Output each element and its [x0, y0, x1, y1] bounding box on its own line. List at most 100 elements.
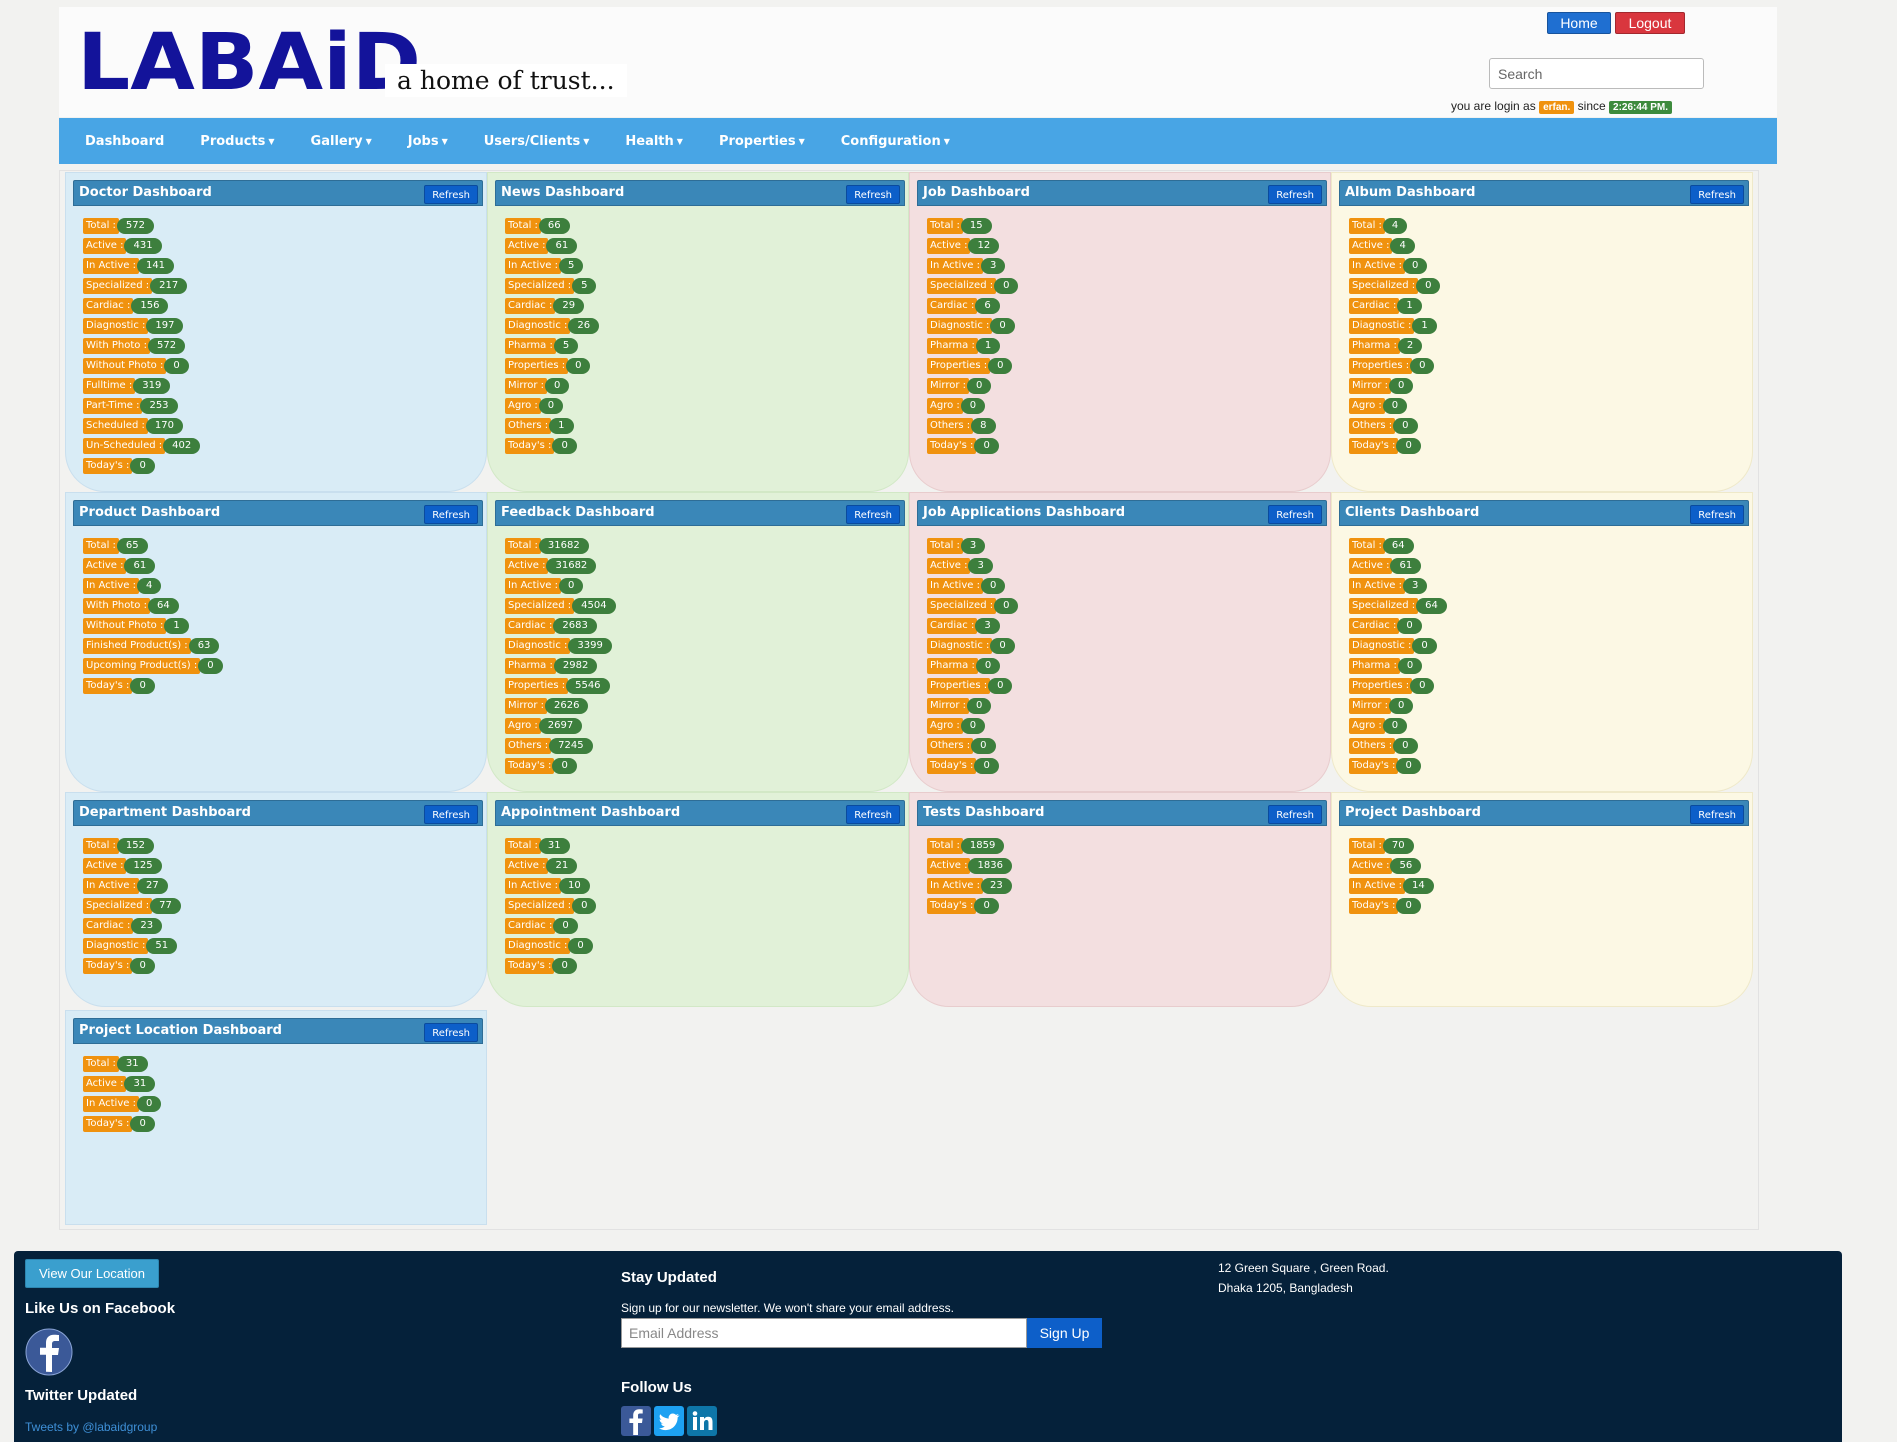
stat-value-badge: 1 — [164, 618, 189, 634]
stat-label: Diagnostic : — [83, 318, 149, 334]
stat-row: Mirror :0 — [1349, 376, 1440, 396]
stat-label: Cardiac : — [1349, 618, 1400, 634]
labaid-logo[interactable]: LABAiD — [73, 18, 429, 108]
stat-value-badge: 0 — [974, 758, 999, 774]
stat-label: Others : — [927, 418, 974, 434]
twitter-social-icon[interactable] — [654, 1406, 684, 1436]
nav-users-clients[interactable]: Users/Clients ▼ — [484, 134, 590, 149]
login-time-badge: 2:26:44 PM. — [1609, 101, 1673, 114]
stat-value-badge: 125 — [124, 858, 162, 874]
refresh-button[interactable]: Refresh — [846, 185, 900, 204]
stat-value-badge: 0 — [552, 958, 577, 974]
stat-label: In Active : — [1349, 258, 1405, 274]
stat-value-badge: 0 — [1393, 738, 1418, 754]
refresh-button[interactable]: Refresh — [424, 505, 478, 524]
stat-row: In Active :14 — [1349, 876, 1434, 896]
panel-header: News Dashboard Refresh — [495, 180, 905, 206]
stat-row: Agro :2697 — [505, 716, 616, 736]
stat-value-badge: 0 — [980, 578, 1006, 594]
stat-row: Total :65 — [83, 536, 223, 556]
panel-title: Project Location Dashboard — [79, 1023, 282, 1038]
stat-label: With Photo : — [83, 598, 150, 614]
refresh-button[interactable]: Refresh — [424, 1023, 478, 1042]
email-field[interactable] — [621, 1318, 1027, 1348]
stat-value-badge: 217 — [150, 278, 188, 294]
tweets-link[interactable]: Tweets by @labaidgroup — [25, 1420, 157, 1434]
signup-button[interactable]: Sign Up — [1027, 1318, 1102, 1348]
refresh-button[interactable]: Refresh — [1268, 805, 1322, 824]
nav-configuration[interactable]: Configuration ▼ — [841, 134, 950, 149]
stat-row: Specialized :217 — [83, 276, 200, 296]
stat-label: Active : — [83, 1076, 127, 1092]
refresh-button[interactable]: Refresh — [1268, 185, 1322, 204]
nav-jobs[interactable]: Jobs ▼ — [408, 134, 448, 149]
stat-label: Others : — [505, 418, 552, 434]
stat-row: In Active :3 — [927, 256, 1018, 276]
stat-value-badge: 0 — [960, 718, 986, 734]
panel-header: Job Applications Dashboard Refresh — [917, 500, 1327, 526]
stat-value-badge: 61 — [124, 558, 156, 574]
stat-label: Fulltime : — [83, 378, 136, 394]
refresh-button[interactable]: Refresh — [1690, 805, 1744, 824]
stat-label: Agro : — [927, 398, 963, 414]
stat-row: Others :0 — [1349, 416, 1440, 436]
stat-row: Active :61 — [1349, 556, 1447, 576]
refresh-button[interactable]: Refresh — [846, 505, 900, 524]
stat-row: Cardiac :156 — [83, 296, 200, 316]
stat-label: Today's : — [83, 958, 133, 974]
nav-properties[interactable]: Properties ▼ — [719, 134, 805, 149]
page-header: LABAiD a home of trust... Home Logout yo… — [59, 7, 1777, 117]
stat-value-badge: 0 — [1397, 618, 1422, 634]
facebook-icon[interactable] — [25, 1328, 73, 1376]
stat-value-badge: 31 — [124, 1076, 156, 1092]
stat-label: Cardiac : — [927, 298, 978, 314]
nav-products[interactable]: Products ▼ — [200, 134, 274, 149]
stat-label: Properties : — [505, 678, 569, 694]
facebook-social-icon[interactable] — [621, 1406, 651, 1436]
stat-value-badge: 61 — [546, 238, 578, 254]
stat-value-badge: 0 — [1397, 658, 1423, 674]
refresh-button[interactable]: Refresh — [846, 805, 900, 824]
panel-title: Job Dashboard — [923, 185, 1030, 200]
stat-label: Un-Scheduled : — [83, 438, 166, 454]
stat-row: In Active :5 — [505, 256, 599, 276]
stat-label: In Active : — [927, 258, 983, 274]
stat-row: Properties :0 — [505, 356, 599, 376]
stat-value-badge: 402 — [163, 438, 201, 454]
refresh-button[interactable]: Refresh — [1690, 185, 1744, 204]
view-location-button[interactable]: View Our Location — [25, 1259, 159, 1288]
stat-label: Today's : — [1349, 758, 1399, 774]
stat-value-badge: 0 — [572, 898, 597, 914]
stat-label: Active : — [927, 238, 971, 254]
stat-value-badge: 1 — [549, 418, 574, 434]
refresh-button[interactable]: Refresh — [1268, 505, 1322, 524]
refresh-button[interactable]: Refresh — [1690, 505, 1744, 524]
stat-row: Diagnostic :0 — [505, 936, 596, 956]
stat-value-badge: 572 — [116, 218, 154, 234]
stat-row: Today's :0 — [83, 456, 200, 476]
nav-health[interactable]: Health ▼ — [625, 134, 683, 149]
tagline: a home of trust... — [385, 64, 627, 97]
search-input[interactable] — [1489, 58, 1704, 89]
stat-label: Active : — [927, 858, 971, 874]
stat-row: Pharma :2 — [1349, 336, 1440, 356]
linkedin-social-icon[interactable] — [687, 1406, 717, 1436]
stat-value-badge: 21 — [546, 858, 578, 874]
home-button[interactable]: Home — [1547, 12, 1611, 34]
stat-value-badge: 0 — [568, 938, 593, 954]
logout-button[interactable]: Logout — [1615, 12, 1685, 34]
stat-row: Mirror :0 — [1349, 696, 1447, 716]
nav-dashboard[interactable]: Dashboard — [85, 134, 164, 149]
stat-row: Total :1859 — [927, 836, 1012, 856]
stat-label: Cardiac : — [83, 918, 134, 934]
stat-label: Active : — [927, 558, 971, 574]
dashboard-panel: Album Dashboard Refresh Total :4 Active :4I… — [1331, 172, 1753, 492]
refresh-button[interactable]: Refresh — [424, 185, 478, 204]
refresh-button[interactable]: Refresh — [424, 805, 478, 824]
stat-value-badge: 0 — [1416, 278, 1441, 294]
stat-row: Others :0 — [1349, 736, 1447, 756]
nav-gallery[interactable]: Gallery ▼ — [311, 134, 372, 149]
stat-value-badge: 0 — [538, 398, 564, 414]
stat-label: Finished Product(s) : — [83, 638, 191, 654]
stats-list: Total :1859 Active :1836 In Active :23 Toda… — [927, 836, 1012, 916]
